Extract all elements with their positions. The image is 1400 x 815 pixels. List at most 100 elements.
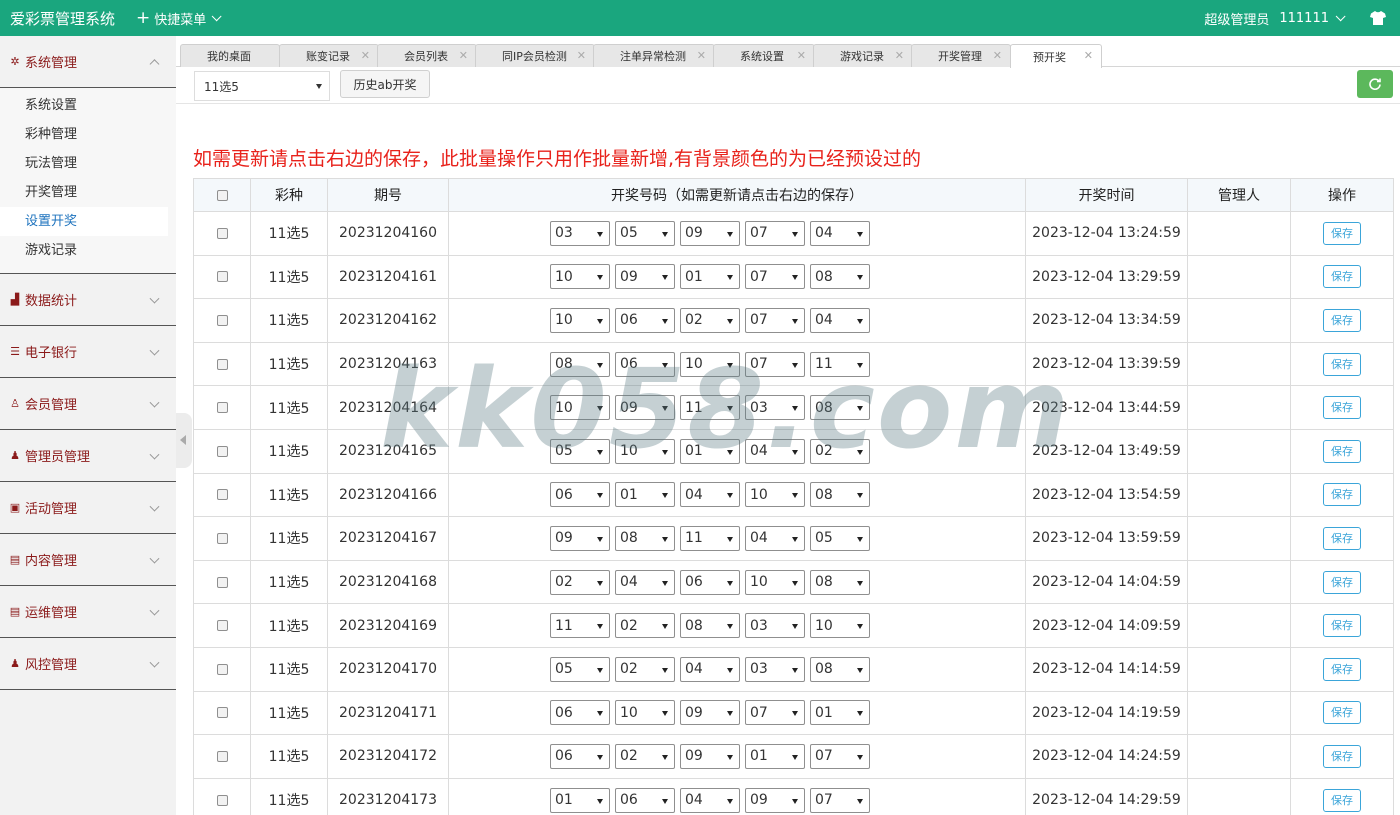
row-checkbox[interactable]: [216, 576, 228, 588]
draw-number-select[interactable]: 07: [745, 307, 805, 333]
draw-number-select[interactable]: 05: [615, 220, 675, 246]
draw-number-select[interactable]: 04: [680, 656, 740, 682]
draw-number-select[interactable]: 05: [550, 438, 610, 464]
save-button[interactable]: 保存: [1323, 483, 1361, 507]
draw-number-select[interactable]: 08: [810, 395, 870, 421]
row-checkbox[interactable]: [216, 227, 228, 239]
draw-number-select[interactable]: 10: [550, 264, 610, 290]
close-icon[interactable]: ✕: [577, 49, 586, 62]
close-icon[interactable]: ✕: [1084, 49, 1093, 62]
row-checkbox[interactable]: [216, 620, 228, 632]
draw-number-select[interactable]: 11: [680, 525, 740, 551]
draw-number-select[interactable]: 01: [550, 787, 610, 813]
sidebar-subitem-set-draw[interactable]: 设置开奖: [0, 207, 168, 236]
draw-number-select[interactable]: 09: [680, 220, 740, 246]
sidebar-item-ebank[interactable]: ☰ 电子银行: [0, 326, 176, 377]
row-checkbox[interactable]: [216, 663, 228, 675]
draw-number-select[interactable]: 02: [615, 743, 675, 769]
draw-number-select[interactable]: 11: [810, 351, 870, 377]
draw-number-select[interactable]: 09: [745, 787, 805, 813]
draw-number-select[interactable]: 10: [745, 569, 805, 595]
row-checkbox[interactable]: [216, 271, 228, 283]
row-checkbox[interactable]: [216, 707, 228, 719]
draw-number-select[interactable]: 05: [810, 525, 870, 551]
draw-number-select[interactable]: 06: [615, 307, 675, 333]
draw-number-select[interactable]: 08: [810, 656, 870, 682]
draw-number-select[interactable]: 02: [550, 569, 610, 595]
save-button[interactable]: 保存: [1323, 614, 1361, 638]
sidebar-subitem-play-types[interactable]: 玩法管理: [0, 149, 176, 178]
draw-number-select[interactable]: 04: [745, 525, 805, 551]
draw-number-select[interactable]: 02: [680, 307, 740, 333]
lottery-select[interactable]: 11选5: [194, 71, 330, 101]
save-button[interactable]: 保存: [1323, 788, 1361, 812]
draw-number-select[interactable]: 04: [745, 438, 805, 464]
close-icon[interactable]: ✕: [361, 49, 370, 62]
row-checkbox[interactable]: [216, 489, 228, 501]
draw-number-select[interactable]: 06: [550, 700, 610, 726]
draw-number-select[interactable]: 01: [680, 264, 740, 290]
sidebar-item-stats[interactable]: ▟ 数据统计: [0, 274, 176, 325]
draw-number-select[interactable]: 08: [680, 613, 740, 639]
row-checkbox[interactable]: [216, 358, 228, 370]
draw-number-select[interactable]: 03: [745, 613, 805, 639]
draw-number-select[interactable]: 10: [810, 613, 870, 639]
save-button[interactable]: 保存: [1323, 221, 1361, 245]
save-button[interactable]: 保存: [1323, 396, 1361, 420]
draw-number-select[interactable]: 01: [810, 700, 870, 726]
draw-number-select[interactable]: 05: [550, 656, 610, 682]
draw-number-select[interactable]: 06: [615, 787, 675, 813]
save-button[interactable]: 保存: [1323, 265, 1361, 289]
sidebar-item-ops[interactable]: ▤ 运维管理: [0, 586, 176, 637]
draw-number-select[interactable]: 10: [615, 700, 675, 726]
save-button[interactable]: 保存: [1323, 570, 1361, 594]
row-checkbox[interactable]: [216, 532, 228, 544]
draw-number-select[interactable]: 10: [680, 351, 740, 377]
draw-number-select[interactable]: 03: [745, 656, 805, 682]
tab-game-records[interactable]: 游戏记录 ✕: [813, 44, 913, 67]
tab-balance-records[interactable]: 账变记录 ✕: [279, 44, 379, 67]
draw-number-select[interactable]: 04: [680, 787, 740, 813]
row-checkbox[interactable]: [216, 402, 228, 414]
save-button[interactable]: 保存: [1323, 308, 1361, 332]
tab-draw-management[interactable]: 开奖管理 ✕: [911, 44, 1011, 67]
draw-number-select[interactable]: 03: [550, 220, 610, 246]
draw-number-select[interactable]: 09: [615, 395, 675, 421]
sidebar-collapse-handle[interactable]: [176, 413, 192, 468]
sidebar-item-admins[interactable]: ♟ 管理员管理: [0, 430, 176, 481]
draw-number-select[interactable]: 07: [810, 743, 870, 769]
close-icon[interactable]: ✕: [459, 49, 468, 62]
draw-number-select[interactable]: 09: [680, 700, 740, 726]
tab-same-ip-check[interactable]: 同IP会员检测 ✕: [475, 44, 595, 67]
close-icon[interactable]: ✕: [993, 49, 1002, 62]
tab-system-settings[interactable]: 系统设置 ✕: [713, 44, 815, 67]
row-checkbox[interactable]: [216, 314, 228, 326]
draw-number-select[interactable]: 06: [550, 743, 610, 769]
draw-number-select[interactable]: 04: [810, 220, 870, 246]
theme-shirt-icon[interactable]: [1370, 11, 1386, 25]
draw-number-select[interactable]: 04: [680, 482, 740, 508]
draw-number-select[interactable]: 08: [810, 264, 870, 290]
close-icon[interactable]: ✕: [797, 49, 806, 62]
sidebar-subitem-lottery-types[interactable]: 彩种管理: [0, 120, 176, 149]
draw-number-select[interactable]: 10: [550, 307, 610, 333]
row-checkbox[interactable]: [216, 750, 228, 762]
history-ab-draw-button[interactable]: 历史ab开奖: [340, 70, 430, 98]
user-menu-button[interactable]: 111111: [1279, 11, 1346, 26]
sidebar-item-risk[interactable]: ♟ 风控管理: [0, 638, 176, 689]
sidebar-item-system[interactable]: ✲ 系统管理: [0, 36, 176, 87]
draw-number-select[interactable]: 11: [680, 395, 740, 421]
draw-number-select[interactable]: 04: [810, 307, 870, 333]
draw-number-select[interactable]: 07: [745, 700, 805, 726]
draw-number-select[interactable]: 09: [550, 525, 610, 551]
draw-number-select[interactable]: 02: [810, 438, 870, 464]
sidebar-item-content[interactable]: ▤ 内容管理: [0, 534, 176, 585]
close-icon[interactable]: ✕: [895, 49, 904, 62]
draw-number-select[interactable]: 07: [745, 351, 805, 377]
draw-number-select[interactable]: 04: [615, 569, 675, 595]
draw-number-select[interactable]: 03: [745, 395, 805, 421]
sidebar-subitem-game-records[interactable]: 游戏记录: [0, 236, 176, 265]
draw-number-select[interactable]: 09: [615, 264, 675, 290]
draw-number-select[interactable]: 10: [550, 395, 610, 421]
draw-number-select[interactable]: 08: [550, 351, 610, 377]
